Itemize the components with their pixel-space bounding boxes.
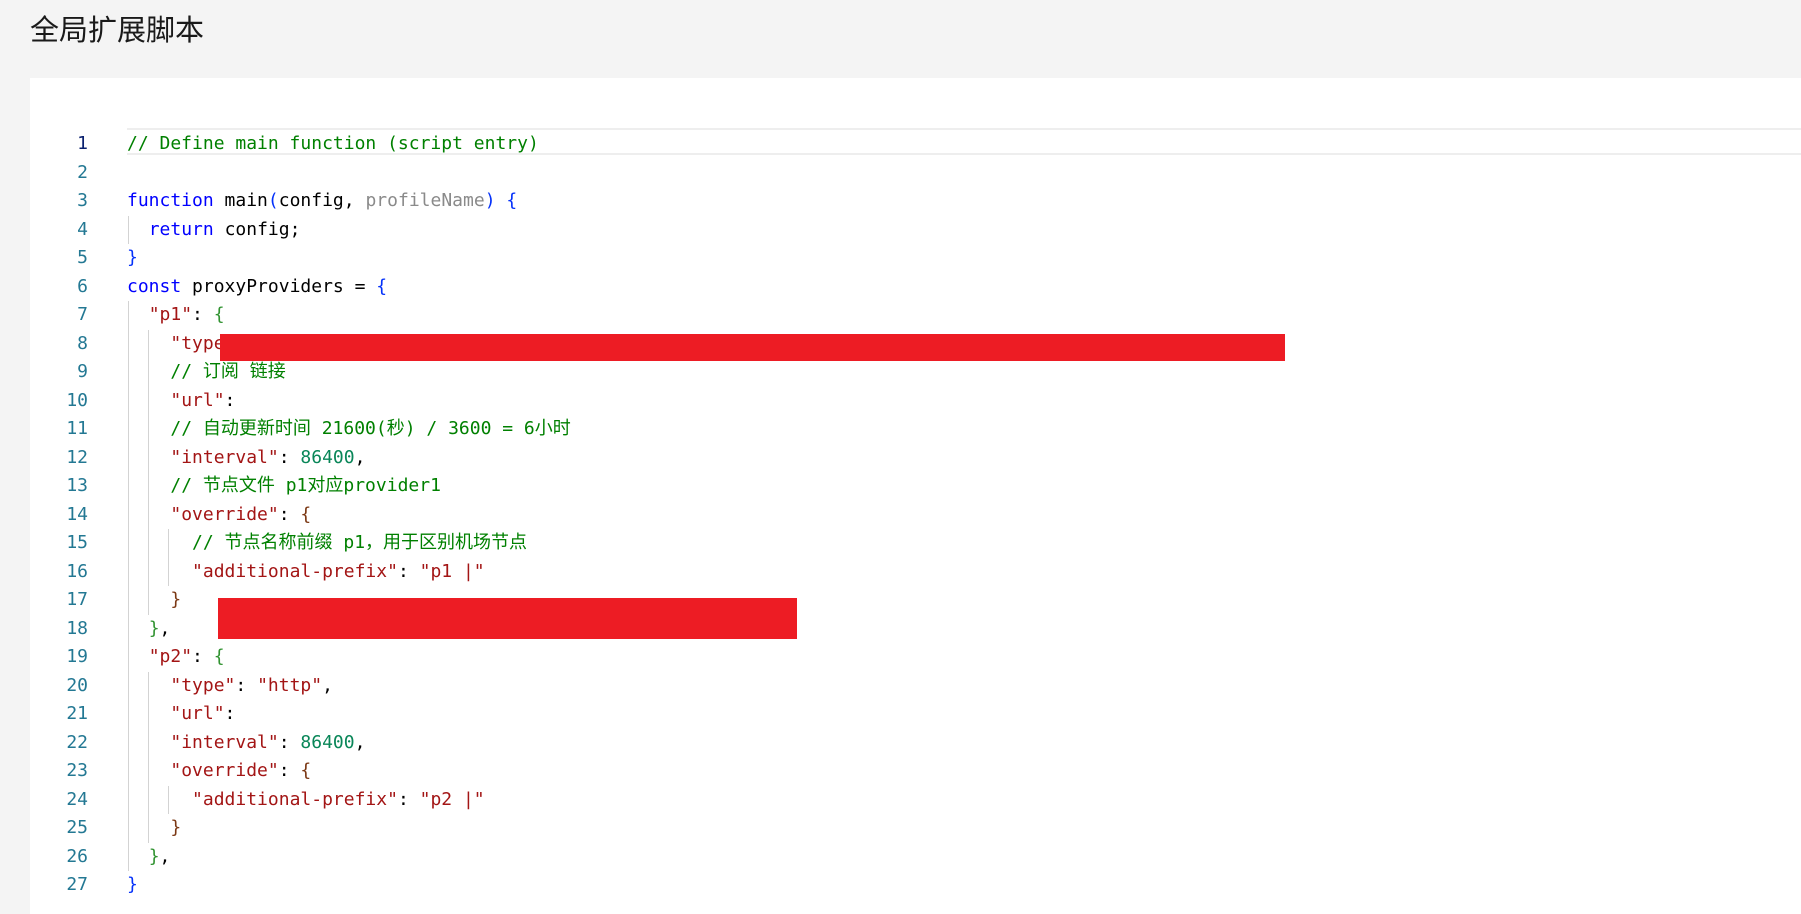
line-number: 2 <box>77 161 88 183</box>
line-number: 8 <box>77 332 88 354</box>
code-line[interactable]: 3 function main(config, profileName) { <box>30 187 1801 216</box>
line-number: 25 <box>66 817 88 838</box>
line-number: 20 <box>66 674 88 696</box>
code-text: } <box>170 589 182 610</box>
code-text: // 订阅 链接 <box>170 361 286 382</box>
code-line[interactable]: 25 } <box>30 814 1801 843</box>
page-title: 全局扩展脚本 <box>30 13 205 47</box>
redaction-bar-p1-url <box>220 334 1285 361</box>
line-number: 1 <box>77 133 88 154</box>
line-number: 5 <box>77 247 88 268</box>
line-number: 26 <box>66 845 88 867</box>
code-line[interactable]: 26 }, <box>30 842 1801 871</box>
code-line[interactable]: 27} <box>30 871 1801 900</box>
code-line[interactable]: 5} <box>30 244 1801 273</box>
code-text: "additional-prefix": "p2 |" <box>192 788 485 810</box>
code-text: "interval": 86400, <box>170 446 366 468</box>
line-number: 15 <box>66 532 88 553</box>
code-lines[interactable]: 1 // Define main function (script entry) 2… <box>30 130 1801 900</box>
line-number: 21 <box>66 703 88 724</box>
code-line[interactable]: 19 "p2": { <box>30 643 1801 672</box>
code-text: "p2": { <box>148 646 225 667</box>
code-text: return config; <box>148 218 301 240</box>
code-text: "url": <box>170 703 247 724</box>
code-text: } <box>127 874 138 895</box>
code-line[interactable]: 22 "interval": 86400, <box>30 728 1801 757</box>
line-number: 16 <box>66 560 88 582</box>
line-number: 14 <box>66 503 88 525</box>
line-number: 9 <box>77 361 88 382</box>
code-text: "url": <box>170 389 247 411</box>
code-text: }, <box>148 845 171 867</box>
code-text: "additional-prefix": "p1 |" <box>192 560 485 582</box>
code-line[interactable]: 13 // 节点文件 p1对应provider1 <box>30 472 1801 501</box>
code-line[interactable]: 9 // 订阅 链接 <box>30 358 1801 387</box>
line-number: 27 <box>66 874 88 895</box>
line-number: 10 <box>66 389 88 411</box>
code-text: } <box>127 247 138 268</box>
code-line[interactable]: 7 "p1": { <box>30 301 1801 330</box>
code-text: "override": { <box>170 760 312 781</box>
code-editor[interactable]: 1 // Define main function (script entry) 2… <box>30 78 1801 914</box>
line-number: 4 <box>77 218 88 240</box>
code-line[interactable]: 23 "override": { <box>30 757 1801 786</box>
line-number: 19 <box>66 646 88 667</box>
code-text: "p1": { <box>148 304 225 325</box>
code-line[interactable]: 2 <box>30 159 1801 188</box>
code-line[interactable]: 1 // Define main function (script entry) <box>30 130 1801 159</box>
code-text: } <box>170 817 182 838</box>
code-line[interactable]: 16 "additional-prefix": "p1 |" <box>30 557 1801 586</box>
code-line[interactable]: 10 "url": <box>30 386 1801 415</box>
code-line[interactable]: 15 // 节点名称前缀 p1，用于区别机场节点 <box>30 529 1801 558</box>
line-number: 7 <box>77 304 88 325</box>
code-line[interactable]: 6 const proxyProviders = { <box>30 273 1801 302</box>
line-number: 13 <box>66 475 88 496</box>
code-line[interactable]: 11 // 自动更新时间 21600(秒) / 3600 = 6小时 <box>30 415 1801 444</box>
code-text: // 节点名称前缀 p1，用于区别机场节点 <box>192 532 528 553</box>
line-number: 24 <box>66 788 88 810</box>
line-number: 18 <box>66 617 88 639</box>
redaction-bar-p2-url <box>218 598 797 639</box>
code-text: const proxyProviders = { <box>127 275 388 297</box>
line-number: 3 <box>77 190 88 211</box>
code-line[interactable]: 21 "url": <box>30 700 1801 729</box>
code-line[interactable]: 14 "override": { <box>30 500 1801 529</box>
line-number: 6 <box>77 275 88 297</box>
code-text: function main(config, profileName) { <box>127 190 518 211</box>
code-text: "override": { <box>170 503 312 525</box>
code-text: // 节点文件 p1对应provider1 <box>170 475 441 496</box>
code-text: "type": "http", <box>170 674 333 696</box>
code-text: // Define main function (script entry) <box>127 133 539 154</box>
line-number: 17 <box>66 589 88 610</box>
code-text: }, <box>148 617 171 639</box>
code-line[interactable]: 24 "additional-prefix": "p2 |" <box>30 785 1801 814</box>
line-number: 11 <box>66 418 88 439</box>
code-line[interactable]: 12 "interval": 86400, <box>30 443 1801 472</box>
code-text: "interval": 86400, <box>170 731 366 753</box>
line-number: 22 <box>66 731 88 753</box>
line-number: 23 <box>66 760 88 781</box>
line-number: 12 <box>66 446 88 468</box>
code-line[interactable]: 4 return config; <box>30 215 1801 244</box>
code-text: // 自动更新时间 21600(秒) / 3600 = 6小时 <box>170 418 571 439</box>
code-line[interactable]: 20 "type": "http", <box>30 671 1801 700</box>
